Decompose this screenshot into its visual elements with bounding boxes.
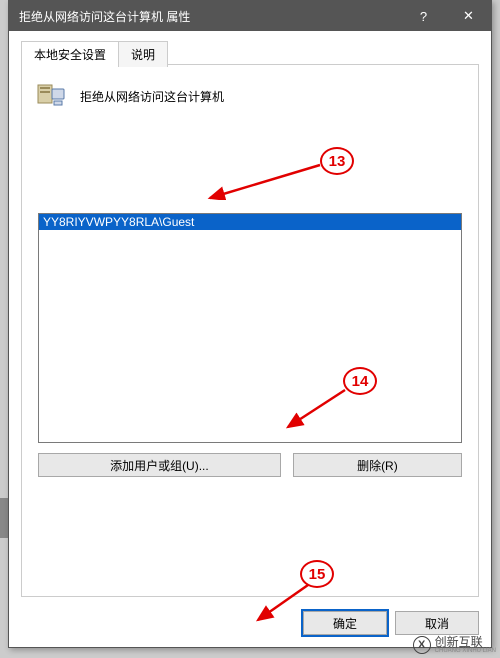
watermark-logo-icon: X bbox=[413, 636, 431, 654]
remove-button[interactable]: 删除(R) bbox=[293, 453, 462, 477]
background-strip bbox=[0, 498, 8, 538]
list-button-row: 添加用户或组(U)... 删除(R) bbox=[38, 453, 462, 477]
close-button[interactable]: ✕ bbox=[446, 1, 491, 31]
policy-icon bbox=[34, 79, 68, 113]
watermark-subtext: CHUANG XINHU LIAN bbox=[435, 648, 496, 654]
callout-13: 13 bbox=[320, 147, 354, 175]
dialog-button-row: 确定 取消 bbox=[303, 611, 479, 635]
ok-button[interactable]: 确定 bbox=[303, 611, 387, 635]
cancel-button[interactable]: 取消 bbox=[395, 611, 479, 635]
tab-panel: 拒绝从网络访问这台计算机 YY8RIYVWPYY8RLA\Guest 添加用户或… bbox=[21, 64, 479, 597]
list-item[interactable]: YY8RIYVWPYY8RLA\Guest bbox=[39, 214, 461, 230]
policy-title: 拒绝从网络访问这台计算机 bbox=[80, 88, 224, 105]
add-user-button[interactable]: 添加用户或组(U)... bbox=[38, 453, 281, 477]
help-button[interactable]: ? bbox=[401, 1, 446, 31]
client-area: 本地安全设置 说明 拒绝从网络访问这台计算机 YY8RIYVWPYY8RLA\G… bbox=[9, 31, 491, 647]
tab-strip: 本地安全设置 说明 bbox=[21, 41, 167, 67]
tab-description[interactable]: 说明 bbox=[118, 41, 168, 67]
titlebar[interactable]: 拒绝从网络访问这台计算机 属性 ? ✕ bbox=[9, 1, 491, 31]
window-title: 拒绝从网络访问这台计算机 属性 bbox=[19, 8, 401, 25]
watermark-text-block: 创新互联 CHUANG XINHU LIAN bbox=[435, 636, 496, 654]
callout-14: 14 bbox=[343, 367, 377, 395]
watermark-text: 创新互联 bbox=[435, 636, 496, 648]
properties-dialog: 拒绝从网络访问这台计算机 属性 ? ✕ 本地安全设置 说明 拒绝从网络访问这台计… bbox=[8, 0, 492, 648]
callout-15: 15 bbox=[300, 560, 334, 588]
tab-local-security[interactable]: 本地安全设置 bbox=[21, 41, 119, 67]
policy-header: 拒绝从网络访问这台计算机 bbox=[22, 65, 478, 127]
user-list[interactable]: YY8RIYVWPYY8RLA\Guest bbox=[38, 213, 462, 443]
watermark: X 创新互联 CHUANG XINHU LIAN bbox=[413, 636, 496, 654]
